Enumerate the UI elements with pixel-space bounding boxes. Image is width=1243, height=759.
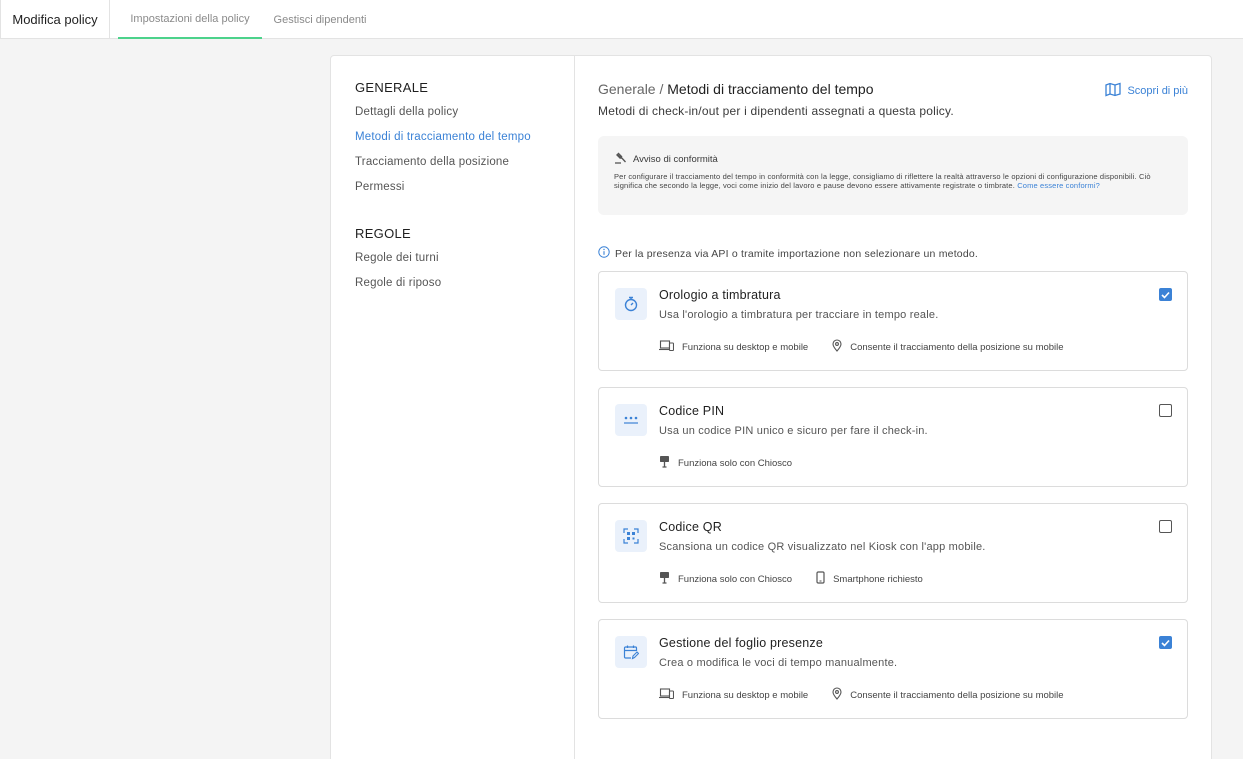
method-title: Orologio a timbratura — [659, 288, 781, 302]
smartphone-icon — [816, 571, 825, 587]
main-content: Generale / Metodi di tracciamento del te… — [598, 56, 1188, 759]
feature-item: Funziona su desktop e mobile — [659, 339, 808, 355]
sidebar-heading-general: GENERALE — [355, 80, 429, 95]
method-description: Usa un codice PIN unico e sicuro per far… — [659, 425, 928, 437]
method-card-qr-code[interactable]: Codice QR Scansiona un codice QR visuali… — [598, 503, 1188, 603]
feature-item: Funziona su desktop e mobile — [659, 687, 808, 703]
location-pin-icon — [832, 339, 842, 355]
compliance-notice: Avviso di conformità Per configurare il … — [598, 136, 1188, 215]
method-checkbox[interactable] — [1159, 636, 1172, 649]
sidebar-item-policy-details[interactable]: Dettagli della policy — [355, 106, 458, 118]
qr-scan-icon — [615, 520, 647, 552]
notice-title: Avviso di conformità — [633, 154, 718, 165]
calendar-edit-icon — [615, 636, 647, 668]
sidebar-heading-rules: REGOLE — [355, 226, 411, 241]
method-card-punch-clock[interactable]: Orologio a timbratura Usa l'orologio a t… — [598, 271, 1188, 371]
page-subtitle: Metodi di check-in/out per i dipendenti … — [598, 104, 954, 118]
sidebar-item-shift-rules[interactable]: Regole dei turni — [355, 252, 439, 264]
feature-item: Smartphone richiesto — [816, 571, 923, 587]
feature-label: Consente il tracciamento della posizione… — [850, 689, 1064, 701]
sidebar-item-rest-rules[interactable]: Regole di riposo — [355, 277, 441, 289]
laptop-phone-icon — [659, 340, 675, 354]
feature-label: Consente il tracciamento della posizione… — [850, 341, 1064, 353]
feature-label: Funziona su desktop e mobile — [682, 689, 809, 701]
learn-more-label: Scopri di più — [1127, 85, 1188, 97]
top-bar: Modifica policy Impostazioni della polic… — [0, 0, 1243, 39]
feature-item: Funziona solo con Chiosco — [659, 455, 792, 471]
learn-more-link[interactable]: Scopri di più — [1105, 82, 1188, 100]
method-description: Scansiona un codice QR visualizzato nel … — [659, 541, 986, 553]
feature-label: Funziona solo con Chiosco — [678, 457, 793, 469]
settings-panel: GENERALE Dettagli della policy Metodi di… — [330, 55, 1212, 759]
method-checkbox[interactable] — [1159, 520, 1172, 533]
sidebar-item-time-tracking-methods[interactable]: Metodi di tracciamento del tempo — [355, 131, 531, 143]
sidebar-item-location-tracking[interactable]: Tracciamento della posizione — [355, 156, 509, 168]
kiosk-icon — [659, 571, 670, 587]
method-title: Codice QR — [659, 520, 722, 534]
method-checkbox[interactable] — [1159, 404, 1172, 417]
method-title: Codice PIN — [659, 404, 725, 418]
tab-manage-employees[interactable]: Gestisci dipendenti — [264, 0, 376, 39]
feature-item: Funziona solo con Chiosco — [659, 571, 792, 587]
sidebar-item-permissions[interactable]: Permessi — [355, 181, 405, 193]
feature-label: Smartphone richiesto — [833, 573, 923, 585]
map-book-icon — [1105, 82, 1122, 100]
method-card-timesheet[interactable]: Gestione del foglio presenze Crea o modi… — [598, 619, 1188, 719]
feature-label: Funziona solo con Chiosco — [678, 573, 793, 585]
breadcrumb-current: Metodi di tracciamento del tempo — [667, 81, 874, 97]
compliance-link[interactable]: Come essere conformi? — [1017, 181, 1100, 190]
method-checkbox[interactable] — [1159, 288, 1172, 301]
location-pin-icon — [832, 687, 842, 703]
feature-label: Funziona su desktop e mobile — [682, 341, 809, 353]
check-icon — [1161, 639, 1170, 647]
laptop-phone-icon — [659, 688, 675, 702]
method-title: Gestione del foglio presenze — [659, 636, 824, 650]
breadcrumb-separator: / — [655, 81, 668, 97]
feature-item: Consente il tracciamento della posizione… — [832, 339, 1064, 355]
page-title: Modifica policy — [0, 0, 110, 38]
breadcrumb-parent[interactable]: Generale — [598, 81, 656, 97]
feature-item: Consente il tracciamento della posizione… — [832, 687, 1064, 703]
api-info: Per la presenza via API o tramite import… — [598, 246, 978, 261]
panel-divider — [574, 56, 575, 759]
method-description: Usa l'orologio a timbratura per tracciar… — [659, 309, 939, 321]
gavel-icon — [614, 152, 627, 167]
method-description: Crea o modifica le voci di tempo manualm… — [659, 657, 898, 669]
method-card-pin-code[interactable]: Codice PIN Usa un codice PIN unico e sic… — [598, 387, 1188, 487]
kiosk-icon — [659, 455, 670, 471]
pin-dots-icon — [615, 404, 647, 436]
check-icon — [1161, 291, 1170, 299]
breadcrumb: Generale / Metodi di tracciamento del te… — [598, 81, 873, 97]
info-text: Per la presenza via API o tramite import… — [615, 247, 979, 260]
tab-policy-settings[interactable]: Impostazioni della policy — [118, 0, 262, 39]
info-icon — [598, 246, 610, 261]
stopwatch-icon — [615, 288, 647, 320]
